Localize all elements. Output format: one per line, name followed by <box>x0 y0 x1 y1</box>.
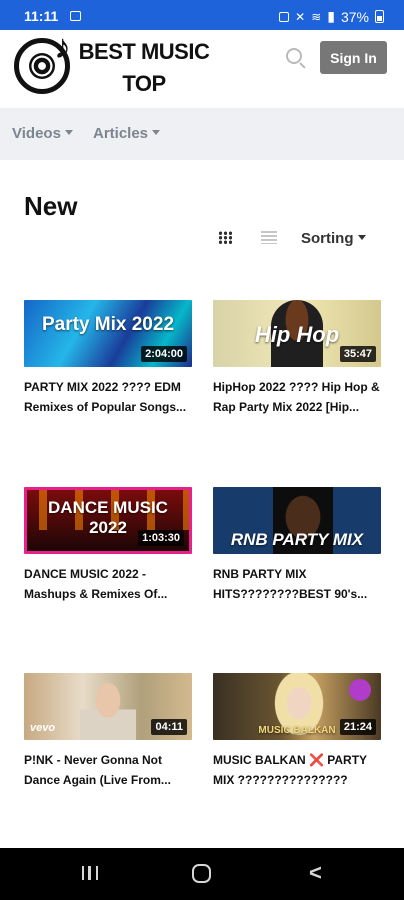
system-navigation-bar: < <box>0 848 404 900</box>
nav-bar: Videos Articles <box>0 108 404 160</box>
sorting-label: Sorting <box>301 230 354 247</box>
thumbnail-text: Party Mix 2022 <box>41 314 175 335</box>
sorting-dropdown[interactable]: Sorting <box>301 230 366 247</box>
video-card[interactable]: RNB PARTY MIX RNB PARTY MIX HITS????????… <box>213 487 381 604</box>
music-note-icon: ♪ <box>54 28 71 66</box>
list-view-icon[interactable] <box>261 231 277 244</box>
video-card[interactable]: Hip Hop 35:47 HipHop 2022 ???? Hip Hop &… <box>213 300 381 417</box>
gallery-notification-icon <box>70 11 81 21</box>
battery-icon <box>375 10 384 23</box>
video-thumbnail[interactable]: RNB PARTY MIX <box>213 487 381 554</box>
signal-icon: ▮ <box>327 8 335 24</box>
page-title: New <box>24 191 78 221</box>
status-time: 11:11 <box>24 8 59 24</box>
video-title[interactable]: MUSIC BALKAN ❌ PARTY MIX ??????????????? <box>213 750 381 790</box>
home-icon[interactable] <box>192 864 211 883</box>
video-card[interactable]: MUSIC BALKAN 21:24 MUSIC BALKAN ❌ PARTY … <box>213 673 381 790</box>
nav-videos-label: Videos <box>12 125 61 142</box>
sign-in-button[interactable]: Sign In <box>320 41 387 74</box>
thumbnail-text: RNB PARTY MIX <box>230 530 364 549</box>
video-duration: 1:03:30 <box>138 530 184 546</box>
video-title[interactable]: PARTY MIX 2022 ???? EDM Remixes of Popul… <box>24 377 192 417</box>
video-thumbnail[interactable]: Hip Hop 35:47 <box>213 300 381 367</box>
video-duration: 04:11 <box>151 719 187 735</box>
channel-badge-icon <box>349 679 371 701</box>
video-duration: 35:47 <box>339 346 376 362</box>
recents-icon[interactable] <box>82 866 98 880</box>
nav-videos[interactable]: Videos <box>12 125 73 142</box>
video-thumbnail[interactable]: DANCE MUSIC 2022 1:03:30 <box>24 487 192 554</box>
chevron-down-icon <box>152 130 161 135</box>
wifi-icon: ≋ <box>311 9 322 24</box>
site-logo[interactable]: ♪ BEST MUSIC TOP <box>14 28 214 106</box>
battery-percent: 37% <box>340 8 369 25</box>
grid-view-icon[interactable] <box>218 231 232 244</box>
video-title[interactable]: HipHop 2022 ???? Hip Hop & Rap Party Mix… <box>213 377 381 417</box>
video-duration: 2:04:00 <box>141 346 187 362</box>
chevron-down-icon <box>357 235 366 240</box>
status-right: ✕ ≋ ▮ 37% <box>279 8 384 25</box>
video-title[interactable]: P!NK - Never Gonna Not Dance Again (Live… <box>24 750 192 790</box>
logo-wordmark: BEST MUSIC TOP <box>76 36 212 100</box>
artist-figure <box>80 679 136 740</box>
video-card[interactable]: DANCE MUSIC 2022 1:03:30 DANCE MUSIC 202… <box>24 487 192 604</box>
alarm-icon <box>279 11 290 22</box>
video-title[interactable]: RNB PARTY MIX HITS????????BEST 90's... <box>213 564 381 604</box>
chevron-down-icon <box>64 130 73 135</box>
video-thumbnail[interactable]: Party Mix 2022 2:04:00 <box>24 300 192 367</box>
video-card[interactable]: vevo 04:11 P!NK - Never Gonna Not Dance … <box>24 673 192 790</box>
logo-line-2: TOP <box>122 71 166 96</box>
search-icon[interactable] <box>286 48 302 64</box>
nav-articles[interactable]: Articles <box>93 125 161 142</box>
vevo-logo: vevo <box>30 722 56 734</box>
thumbnail-text: Hip Hop <box>254 322 340 347</box>
video-thumbnail[interactable]: MUSIC BALKAN 21:24 <box>213 673 381 740</box>
status-bar: 11:11 ✕ ≋ ▮ 37% <box>0 0 404 30</box>
video-card[interactable]: Party Mix 2022 2:04:00 PARTY MIX 2022 ??… <box>24 300 192 417</box>
nav-articles-label: Articles <box>93 125 149 142</box>
back-icon[interactable]: < <box>309 862 322 884</box>
video-duration: 21:24 <box>339 719 376 735</box>
logo-line-1: BEST MUSIC <box>78 39 210 64</box>
video-thumbnail[interactable]: vevo 04:11 <box>24 673 192 740</box>
mute-icon: ✕ <box>295 9 306 24</box>
video-title[interactable]: DANCE MUSIC 2022 - Mashups & Remixes Of.… <box>24 564 192 604</box>
